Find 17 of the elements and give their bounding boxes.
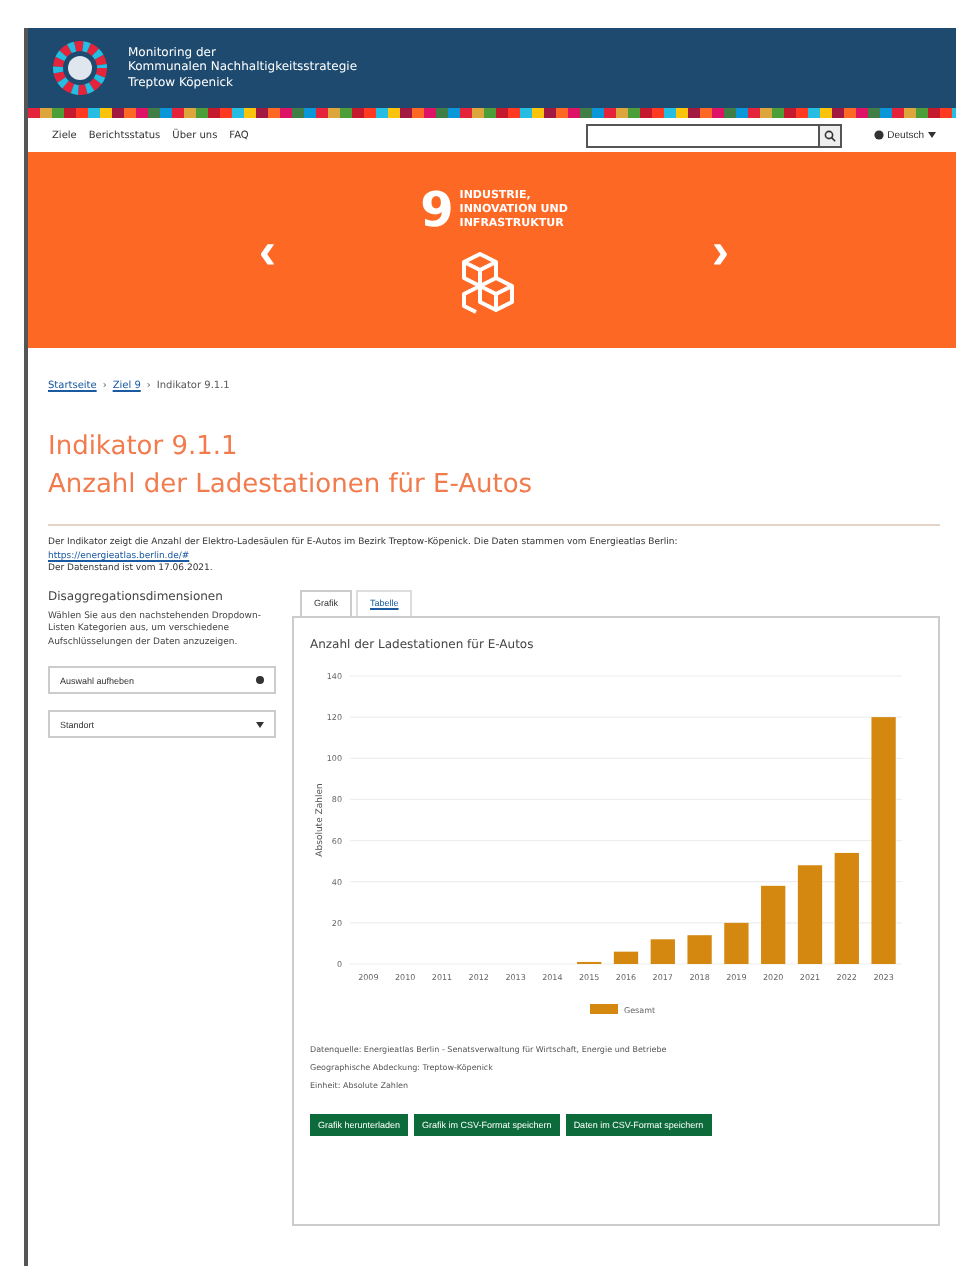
- bar: [797, 864, 823, 963]
- bar: [834, 851, 859, 963]
- search-button[interactable]: [817, 125, 840, 145]
- legend-swatch: [590, 1003, 618, 1013]
- search-field[interactable]: [585, 123, 842, 147]
- bar: [613, 950, 639, 963]
- logo-icon: [52, 40, 108, 96]
- indicator-number: Indikator 9.1.1: [48, 432, 240, 462]
- bar: [761, 884, 786, 963]
- indicator-title: Anzahl der Ladestationen für E-Autos: [48, 470, 535, 500]
- goal-number: 9: [420, 186, 454, 234]
- bar: [650, 938, 675, 963]
- bar: [687, 934, 712, 963]
- caret-icon: [928, 132, 936, 138]
- dot-icon: [256, 676, 264, 684]
- bar: [724, 921, 749, 963]
- caret-icon: [256, 721, 264, 727]
